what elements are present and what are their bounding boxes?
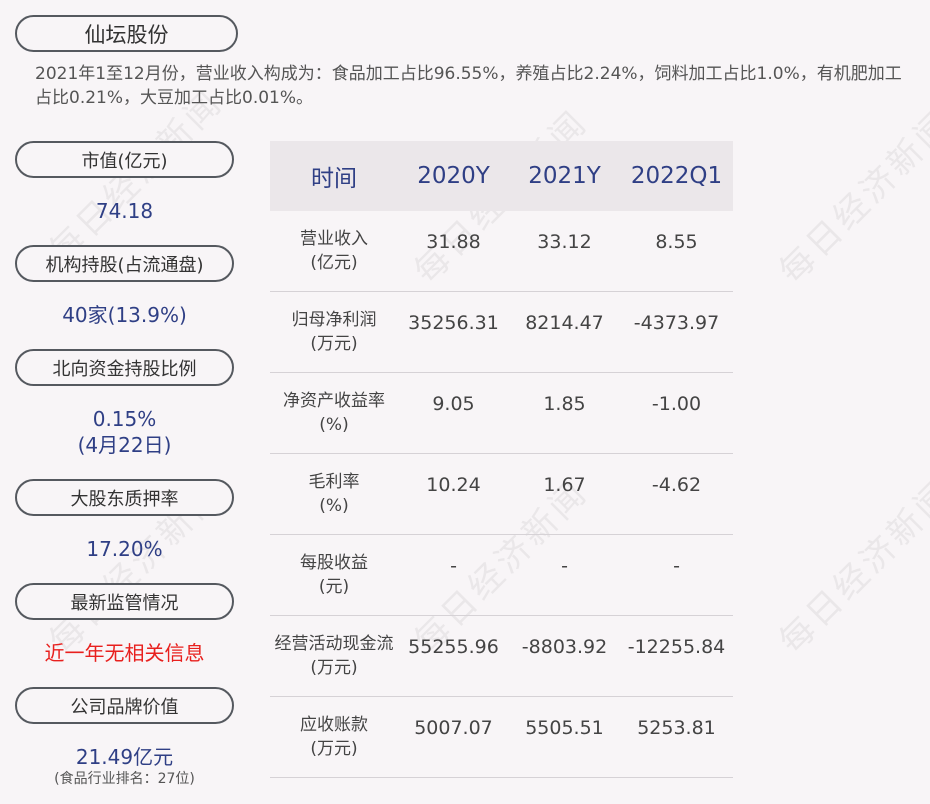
cell-value: - [450, 555, 457, 577]
institutions-value: 40家(13.9%) [62, 303, 187, 327]
cell-value: -8803.92 [521, 636, 608, 658]
table-row: 净资产收益率 (%) 9.05 1.85 -1.00 [270, 373, 733, 454]
cell-value: 1.85 [543, 393, 586, 415]
row-unit: (万元) [310, 658, 358, 678]
row-unit: (万元) [310, 334, 358, 354]
header-2020y: 2020Y [417, 163, 490, 189]
watermark: 每日经济新闻 [771, 472, 930, 662]
cell-value: 8.55 [655, 231, 698, 253]
northbound-label: 北向资金持股比例 [15, 349, 234, 386]
cell-value: - [561, 555, 568, 577]
cell-value: 8214.47 [525, 312, 604, 334]
pledge-value: 17.20% [86, 537, 163, 561]
row-label-text: 净资产收益率 [283, 391, 385, 411]
table-row: 营业收入 (亿元) 31.88 33.12 8.55 [270, 211, 733, 292]
row-label: 营业收入 (亿元) [270, 211, 398, 291]
table-row: 毛利率 (%) 10.24 1.67 -4.62 [270, 454, 733, 535]
row-label: 毛利率 (%) [270, 454, 398, 534]
row-label: 净资产收益率 (%) [270, 373, 398, 453]
northbound-date: (4月22日) [77, 433, 172, 457]
row-label-text: 每股收益 [300, 553, 368, 573]
header-time: 时间 [311, 166, 357, 192]
row-label: 经营活动现金流 (万元) [270, 616, 398, 696]
row-label-text: 毛利率 [308, 472, 360, 492]
cell-value: 33.12 [537, 231, 592, 253]
cell-value: -1.00 [651, 393, 702, 415]
row-label: 归母净利润 (万元) [270, 292, 398, 372]
cell-value: 10.24 [426, 474, 481, 496]
brand-rank-note: (食品行业排名：27位) [54, 771, 195, 787]
financial-table: 时间 2020Y 2021Y 2022Q1 营业收入 (亿元) 31.88 33.… [270, 141, 733, 778]
brand-value: 21.49亿元 [75, 745, 174, 769]
row-unit: (元) [318, 577, 350, 597]
row-unit: (万元) [310, 739, 358, 759]
regulation-label: 最新监管情况 [15, 583, 234, 620]
row-label-text: 归母净利润 [291, 310, 377, 330]
header-2021y: 2021Y [528, 163, 601, 189]
row-label-text: 应收账款 [300, 715, 368, 735]
table-header: 时间 2020Y 2021Y 2022Q1 [270, 141, 733, 211]
header-2022q1: 2022Q1 [630, 163, 723, 189]
table-row: 归母净利润 (万元) 35256.31 8214.47 -4373.97 [270, 292, 733, 373]
market-cap-label: 市值(亿元) [15, 141, 234, 178]
cell-value: -4.62 [651, 474, 702, 496]
cell-value: -12255.84 [627, 636, 726, 658]
cell-value: 5505.51 [525, 717, 604, 739]
row-label: 应收账款 (万元) [270, 697, 398, 777]
cell-value: 1.67 [543, 474, 586, 496]
watermark: 每日经济新闻 [771, 102, 930, 292]
institutions-label: 机构持股(占流通盘) [15, 245, 234, 282]
table-row: 经营活动现金流 (万元) 55255.96 -8803.92 -12255.84 [270, 616, 733, 697]
cell-value: 5007.07 [414, 717, 493, 739]
cell-value: 5253.81 [637, 717, 716, 739]
regulation-value: 近一年无相关信息 [44, 641, 205, 665]
cell-value: 9.05 [432, 393, 475, 415]
cell-value: 55255.96 [408, 636, 499, 658]
table-row: 应收账款 (万元) 5007.07 5505.51 5253.81 [270, 697, 733, 778]
row-unit: (%) [319, 496, 349, 516]
northbound-value: 0.15% [92, 407, 157, 431]
cell-value: 35256.31 [408, 312, 499, 334]
row-label: 每股收益 (元) [270, 535, 398, 615]
revenue-summary: 2021年1至12月份，营业收入构成为：食品加工占比96.55%，养殖占比2.2… [35, 64, 902, 108]
row-unit: (%) [319, 415, 349, 435]
cell-value: - [673, 555, 680, 577]
row-unit: (亿元) [310, 253, 358, 273]
row-label-text: 营业收入 [300, 229, 368, 249]
market-cap-value: 74.18 [95, 199, 154, 223]
row-label-text: 经营活动现金流 [274, 634, 394, 654]
table-row: 每股收益 (元) - - - [270, 535, 733, 616]
pledge-label: 大股东质押率 [15, 479, 234, 516]
company-title: 仙坛股份 [15, 15, 238, 52]
cell-value: 31.88 [426, 231, 481, 253]
brand-label: 公司品牌价值 [15, 687, 234, 724]
cell-value: -4373.97 [633, 312, 720, 334]
